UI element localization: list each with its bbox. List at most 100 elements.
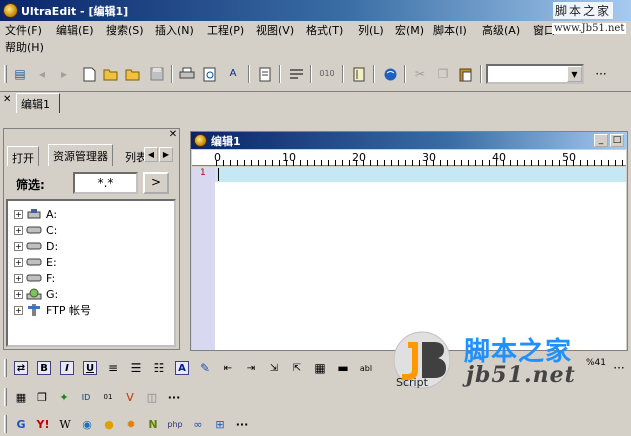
app-icon[interactable]: [3, 3, 18, 18]
id-icon[interactable]: ID: [77, 388, 95, 406]
document-icon[interactable]: [194, 134, 207, 147]
menu-insert[interactable]: 插入(N): [155, 24, 194, 38]
tree-item[interactable]: + D:: [14, 239, 58, 253]
windows-icon[interactable]: ⊞: [211, 415, 229, 433]
menu-help[interactable]: 帮助(H): [5, 41, 44, 55]
print-preview-icon[interactable]: [201, 65, 219, 83]
word-wrap-icon[interactable]: [287, 65, 305, 83]
toolbar-grip[interactable]: [4, 388, 7, 406]
binary-icon[interactable]: 01: [99, 388, 117, 406]
menu-macro[interactable]: 宏(M): [395, 24, 424, 38]
forward-icon[interactable]: ▸: [55, 65, 73, 83]
spellcheck-icon[interactable]: A: [224, 65, 242, 83]
lightbulb-icon[interactable]: ●: [100, 415, 118, 433]
tab-explorer[interactable]: 资源管理器: [48, 144, 113, 166]
format-icon[interactable]: ⇄: [12, 359, 30, 377]
close-icon[interactable]: ✕: [167, 129, 179, 141]
chevron-left-icon[interactable]: ◀: [144, 147, 158, 162]
sun-icon[interactable]: ✹: [122, 415, 140, 433]
bullet-list-icon[interactable]: ☰: [127, 359, 145, 377]
bold-button[interactable]: B: [35, 359, 53, 377]
align-center-icon[interactable]: ≡: [104, 359, 122, 377]
toolbar-grip[interactable]: [4, 359, 7, 377]
text-editor[interactable]: [215, 167, 626, 350]
text-field-icon[interactable]: abl: [357, 359, 375, 377]
highlight-icon[interactable]: ✎: [196, 359, 214, 377]
expand-icon[interactable]: +: [14, 289, 23, 299]
tools-icon[interactable]: ✦: [55, 388, 73, 406]
align-left-icon[interactable]: ⇤: [219, 359, 237, 377]
tree-item[interactable]: + E:: [14, 255, 57, 269]
menu-script[interactable]: 脚本(I): [433, 24, 467, 38]
filter-input[interactable]: *.*: [73, 172, 138, 194]
yahoo-icon[interactable]: Y!: [34, 415, 52, 433]
expand-icon[interactable]: +: [14, 225, 23, 235]
n-icon[interactable]: N: [144, 415, 162, 433]
back-icon[interactable]: ◂: [33, 65, 51, 83]
toolbar-grip[interactable]: [4, 65, 7, 83]
grid-icon[interactable]: ▦: [12, 388, 30, 406]
wikipedia-icon[interactable]: W: [56, 415, 74, 433]
hex-edit-icon[interactable]: 010: [318, 65, 336, 83]
new-file-icon[interactable]: [80, 65, 98, 83]
link-icon[interactable]: ∞: [189, 415, 207, 433]
underline-button[interactable]: U: [81, 359, 99, 377]
menu-file[interactable]: 文件(F): [5, 24, 42, 38]
google-icon[interactable]: G: [12, 415, 30, 433]
expand-icon[interactable]: +: [14, 241, 23, 251]
table-icon[interactable]: ▦: [311, 359, 329, 377]
italic-button[interactable]: I: [58, 359, 76, 377]
toolbar-grip[interactable]: [4, 415, 7, 433]
close-folder-icon[interactable]: [124, 65, 142, 83]
maximize-icon[interactable]: □: [610, 134, 624, 147]
php-icon[interactable]: php: [166, 415, 184, 433]
horizontal-rule-icon[interactable]: ▬: [334, 359, 352, 377]
tab-document[interactable]: 编辑1: [16, 93, 60, 113]
menu-edit[interactable]: 编辑(E): [56, 24, 94, 38]
toolbar-more-button[interactable]: ···: [233, 415, 251, 433]
copy-icon[interactable]: ❐: [33, 388, 51, 406]
drive-tree[interactable]: + A: + C: + D: + E: + F: + G: + FTP 帐号: [6, 199, 176, 347]
print-icon[interactable]: [178, 65, 196, 83]
tree-item[interactable]: + FTP 帐号: [14, 303, 91, 317]
menu-view[interactable]: 视图(V): [256, 24, 294, 38]
web-browser-icon[interactable]: [381, 65, 399, 83]
network-icon[interactable]: ◉: [78, 415, 96, 433]
toolbar-more-button[interactable]: ···: [610, 359, 628, 377]
line-number-gutter[interactable]: [192, 167, 215, 350]
paste-icon[interactable]: [457, 65, 475, 83]
expand-icon[interactable]: +: [14, 257, 23, 267]
minimize-button[interactable]: _: [594, 134, 608, 147]
tree-item[interactable]: + C:: [14, 223, 57, 237]
cut-icon[interactable]: ✂: [411, 65, 429, 83]
indent-icon[interactable]: ⇲: [265, 359, 283, 377]
copy-icon[interactable]: ❐: [434, 65, 452, 83]
font-color-button[interactable]: A: [173, 359, 191, 377]
numbered-list-icon[interactable]: ☷: [150, 359, 168, 377]
column-mode-icon[interactable]: [350, 65, 368, 83]
tree-item[interactable]: + F:: [14, 271, 55, 285]
tree-item[interactable]: + G:: [14, 287, 58, 301]
menu-project[interactable]: 工程(P): [207, 24, 244, 38]
editor-title-bar[interactable]: [191, 132, 627, 149]
vb-icon[interactable]: V: [121, 388, 139, 406]
toolbar-more-button[interactable]: ···: [165, 388, 183, 406]
open-file-icon[interactable]: ▤: [11, 65, 29, 83]
chevron-down-icon[interactable]: ▼: [567, 66, 582, 82]
tab-open-files[interactable]: 打开: [7, 146, 39, 166]
save-icon[interactable]: [148, 65, 166, 83]
expand-icon[interactable]: +: [14, 273, 23, 283]
align-right-icon[interactable]: ⇥: [242, 359, 260, 377]
properties-icon[interactable]: [256, 65, 274, 83]
expand-icon[interactable]: +: [14, 305, 23, 315]
tab-list[interactable]: 列表: [121, 146, 145, 166]
disabled-icon[interactable]: ◫: [143, 388, 161, 406]
expand-icon[interactable]: +: [14, 209, 23, 219]
chevron-right-icon[interactable]: ▶: [159, 147, 173, 162]
search-combo[interactable]: ▼: [486, 64, 584, 84]
menu-search[interactable]: 搜索(S): [106, 24, 144, 38]
outdent-icon[interactable]: ⇱: [288, 359, 306, 377]
menu-advanced[interactable]: 高级(A): [482, 24, 520, 38]
menu-column[interactable]: 列(L): [358, 24, 384, 38]
tree-item[interactable]: + A:: [14, 207, 57, 221]
